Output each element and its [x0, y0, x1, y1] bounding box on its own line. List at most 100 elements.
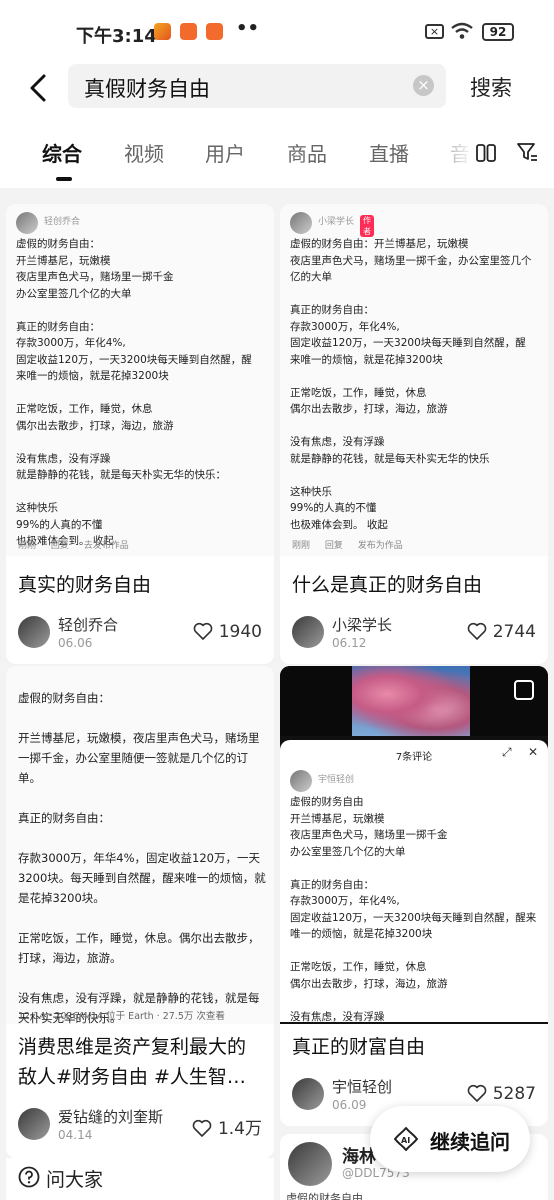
like-count-value: 2744 [492, 622, 536, 642]
author-name[interactable]: 轻创乔合 [58, 614, 118, 635]
screenshot-line: 来唯一的烦恼，就是花掉3200块 [16, 370, 169, 382]
screenshot-text: 虚假的财务自由： 开兰博基尼，玩嫩模，夜店里声色犬马，赌场里 一掷千金，办公室里随便… [18, 688, 266, 1024]
screenshot-line: 99%的人真的不懂 [16, 518, 103, 531]
screenshot-line [18, 828, 266, 848]
avatar[interactable] [18, 1108, 50, 1140]
screenshot-line: 偶尔出去散步，打球，海边，旅游 [16, 419, 174, 432]
screenshot-author: 轻创乔合 [44, 217, 81, 227]
card-title[interactable]: 真实的财务自由 [18, 570, 151, 600]
layout-toggle-icon[interactable] [475, 142, 497, 164]
search-input[interactable]: 真假财务自由 × [68, 64, 446, 108]
avatar [290, 770, 312, 792]
search-query-text[interactable]: 真假财务自由 [84, 73, 210, 103]
author-name[interactable]: 小梁学长 [332, 614, 392, 635]
tab-live[interactable]: 直播 [369, 138, 409, 167]
screenshot-line: 虚假的财务自由： [16, 238, 100, 250]
screenshot-line: 就是静静的花钱，就是每天朴实无华的快乐 [290, 452, 490, 465]
ai-icon: AI [394, 1127, 418, 1151]
screenshot-line: 真正的财务自由： [18, 811, 110, 825]
screenshot-line: 唯一的烦恼，就是花掉3200块 [290, 928, 433, 940]
post-date: 06.06 [58, 636, 93, 650]
screenshot-line [290, 368, 540, 385]
comment-screenshot: 小梁学长 作者 虚假的财务自由：开兰博基尼，玩嫩模 夜店里声色犬马，赌场里一掷千金… [280, 204, 548, 556]
like-count[interactable]: 1.4万 [192, 1114, 262, 1139]
close-icon: ✕ [528, 745, 539, 759]
tab-comprehensive[interactable]: 综合 [42, 138, 82, 167]
screenshot-line: 就是静静的花钱，就是每天朴实无华的快乐： [16, 469, 226, 481]
card-title[interactable]: 真正的财富自由 [292, 1032, 425, 1062]
heart-icon[interactable] [467, 1084, 487, 1102]
like-count[interactable]: 5287 [467, 1084, 536, 1104]
screenshot-line: 没有焦虑，没有浮躁 [16, 452, 111, 465]
screenshot-line: 虚假的财务自由 [290, 796, 364, 808]
ask-label[interactable]: 问大家 [46, 1165, 103, 1192]
screenshot-line: 存款3000万，年化4%, [290, 895, 400, 907]
author-name[interactable]: 爱钻缝的刘奎斯 [58, 1106, 163, 1127]
heart-icon[interactable] [192, 1119, 212, 1137]
like-count[interactable]: 2744 [467, 622, 536, 642]
search-results-feed: 轻创乔合 虚假的财务自由： 开兰博基尼，玩嫩模夜店里声色犬马，赌场里一掷千金 办公室… [0, 188, 554, 1200]
screenshot-line [16, 434, 266, 451]
screenshot-line [16, 302, 266, 319]
avatar[interactable] [292, 616, 324, 648]
post-date: 04.14 [58, 1128, 93, 1142]
screenshot-line [16, 385, 266, 402]
cover-photo [280, 666, 548, 736]
screenshot-author: 小梁学长 [318, 217, 355, 227]
screenshot-reply: 回复 [324, 541, 343, 551]
filter-icon[interactable] [515, 140, 539, 164]
tab-users[interactable]: 用户 [205, 138, 245, 167]
result-card[interactable]: 轻创乔合 虚假的财务自由： 开兰博基尼，玩嫩模 夜店里声色犬马，赌场里一掷千金 办公室… [6, 204, 274, 664]
author-name[interactable]: 宇恒轻创 [332, 1076, 392, 1097]
screenshot-line: 打球，海边，旅游。 [18, 951, 122, 965]
avatar[interactable] [288, 1142, 332, 1186]
user-snippet: 虚假的财务自由 [286, 1192, 363, 1200]
screenshot-line: 也极难体会到。 收起 [290, 518, 388, 531]
status-time: 下午3:14 [76, 26, 157, 47]
back-arrow-icon[interactable] [22, 68, 56, 108]
screenshot-line: 办公室里签几个亿的大单 [16, 287, 132, 300]
tab-products[interactable]: 商品 [287, 138, 327, 167]
screenshot-line: 真正的财务自由： [290, 304, 374, 316]
result-card[interactable]: 7条评论 ⤢ ✕ 宇恒轻创 虚假的财务自由 开兰博基尼，玩嫩模 夜店里声色犬马，赌场… [280, 666, 548, 1126]
result-card[interactable]: 虚假的财务自由： 开兰博基尼，玩嫩模，夜店里声色犬马，赌场里 一掷千金，办公室里随便… [6, 666, 274, 1158]
active-tab-indicator [56, 177, 72, 181]
clear-icon[interactable]: × [413, 75, 434, 96]
screenshot-line [290, 992, 540, 1009]
continue-ask-button[interactable]: AI 继续追问 [370, 1106, 530, 1172]
continue-label[interactable]: 继续追问 [430, 1126, 510, 1155]
screenshot-line [18, 968, 266, 988]
screenshot-line: 固定收益120万，一天3200块每天睡到自然醒，醒 [290, 337, 526, 349]
like-count-value: 1940 [218, 622, 262, 642]
screenshot-text: 虚假的财务自由：开兰博基尼，玩嫩模 夜店里声色犬马，赌场里一掷千金，办公室里签几个… [290, 236, 540, 533]
heart-icon[interactable] [467, 622, 487, 640]
screenshot-line: 存款3000万，年华4%，固定收益120万，一天 [18, 851, 260, 865]
tab-video[interactable]: 视频 [124, 138, 164, 167]
card-title-line[interactable]: 敌人#财务自由 #人生智… [18, 1062, 246, 1092]
avatar[interactable] [292, 1078, 324, 1110]
card-title-line[interactable]: 消费思维是资产复利最大的 [18, 1032, 246, 1062]
author-badge: 作者 [360, 215, 374, 237]
status-bar: 下午3:14 •• × 92 [0, 0, 554, 64]
post-date: 06.09 [332, 1098, 367, 1112]
screenshot-line [290, 286, 540, 303]
wifi-icon [451, 22, 473, 39]
search-button[interactable]: 搜索 [470, 72, 512, 102]
card-title[interactable]: 什么是真正的财务自由 [292, 570, 482, 600]
result-card[interactable]: 小梁学长 作者 虚假的财务自由：开兰博基尼，玩嫩模 夜店里声色犬马，赌场里一掷千金… [280, 204, 548, 664]
screenshot-line: 这种快乐 [290, 485, 332, 498]
screenshot-line: 夜店里声色犬马，赌场里一掷千金 [16, 271, 174, 283]
screenshot-time: 刚刚 [292, 541, 311, 551]
ask-everyone[interactable]: 问大家 [6, 1158, 274, 1200]
avatar[interactable] [18, 616, 50, 648]
like-count[interactable]: 1940 [193, 622, 262, 642]
comment-sheet: 7条评论 ⤢ ✕ 宇恒轻创 虚假的财务自由 开兰博基尼，玩嫩模 夜店里声色犬马，赌场… [280, 740, 548, 1023]
question-icon [18, 1166, 40, 1188]
screenshot-line: 没有焦虑，没有浮躁，就是静静的花钱，就是每 [18, 991, 260, 1005]
card-title[interactable]: 消费思维是资产复利最大的 敌人#财务自由 #人生智… [18, 1032, 246, 1092]
screenshot-line: 虚假的财务自由：开兰博基尼，玩嫩模 [290, 238, 469, 250]
notification-app-icon [154, 23, 171, 40]
screenshot-time: 刚刚 [18, 541, 37, 551]
notification-app-icon [206, 23, 223, 40]
heart-icon[interactable] [193, 622, 213, 640]
